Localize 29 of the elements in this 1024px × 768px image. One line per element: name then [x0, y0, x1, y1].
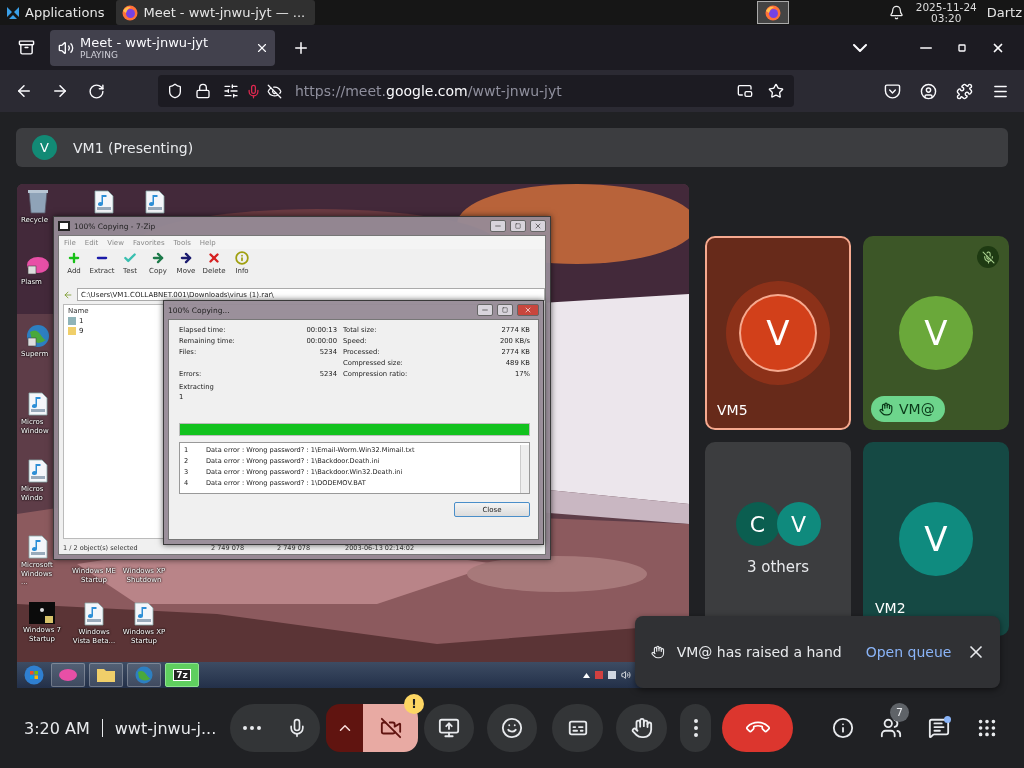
applications-menu[interactable]: Applications: [0, 0, 111, 25]
user-name: Dartz: [986, 5, 1023, 20]
avatar: V: [741, 296, 815, 370]
browser-tab[interactable]: Meet - wwt-jnwu-jyt PLAYING: [50, 29, 275, 66]
avatar: V: [899, 502, 973, 576]
url-text: https://meet.google.com/wwt-jnwu-jyt: [295, 83, 563, 99]
app-label: 7z: [173, 669, 191, 681]
participant-name: VM2: [875, 600, 906, 616]
avatar: V: [32, 135, 57, 160]
clock-text: 03:20: [931, 12, 962, 24]
participants-label: 3 others: [746, 558, 810, 576]
warning-badge: !: [404, 694, 424, 714]
taskbar-window[interactable]: Meet - wwt-jnwu-jyt — ...: [116, 0, 316, 25]
address-bar[interactable]: https://meet.google.com/wwt-jnwu-jyt: [158, 75, 794, 107]
tab-title: Meet - wwt-jnwu-jyt: [80, 34, 210, 50]
open-queue-link[interactable]: Open queue: [865, 644, 952, 660]
presenter-name: VM1 (Presenting): [73, 139, 194, 156]
date-text: 2025-11-24: [915, 1, 977, 13]
participant-name: VM@: [899, 401, 935, 417]
toast-message: VM@ has raised a hand: [676, 644, 842, 660]
meeting-time: 3:20 AM: [24, 718, 90, 738]
avatar: C: [735, 502, 780, 546]
avatar: V: [899, 296, 973, 370]
participant-name: VM5: [717, 402, 748, 418]
people-count: 7: [890, 703, 909, 722]
taskbar-item[interactable]: 7z: [165, 663, 199, 687]
meeting-code: wwt-jnwu-j...: [114, 718, 217, 738]
avatar: V: [776, 502, 821, 546]
tab-status: PLAYING: [80, 49, 119, 61]
